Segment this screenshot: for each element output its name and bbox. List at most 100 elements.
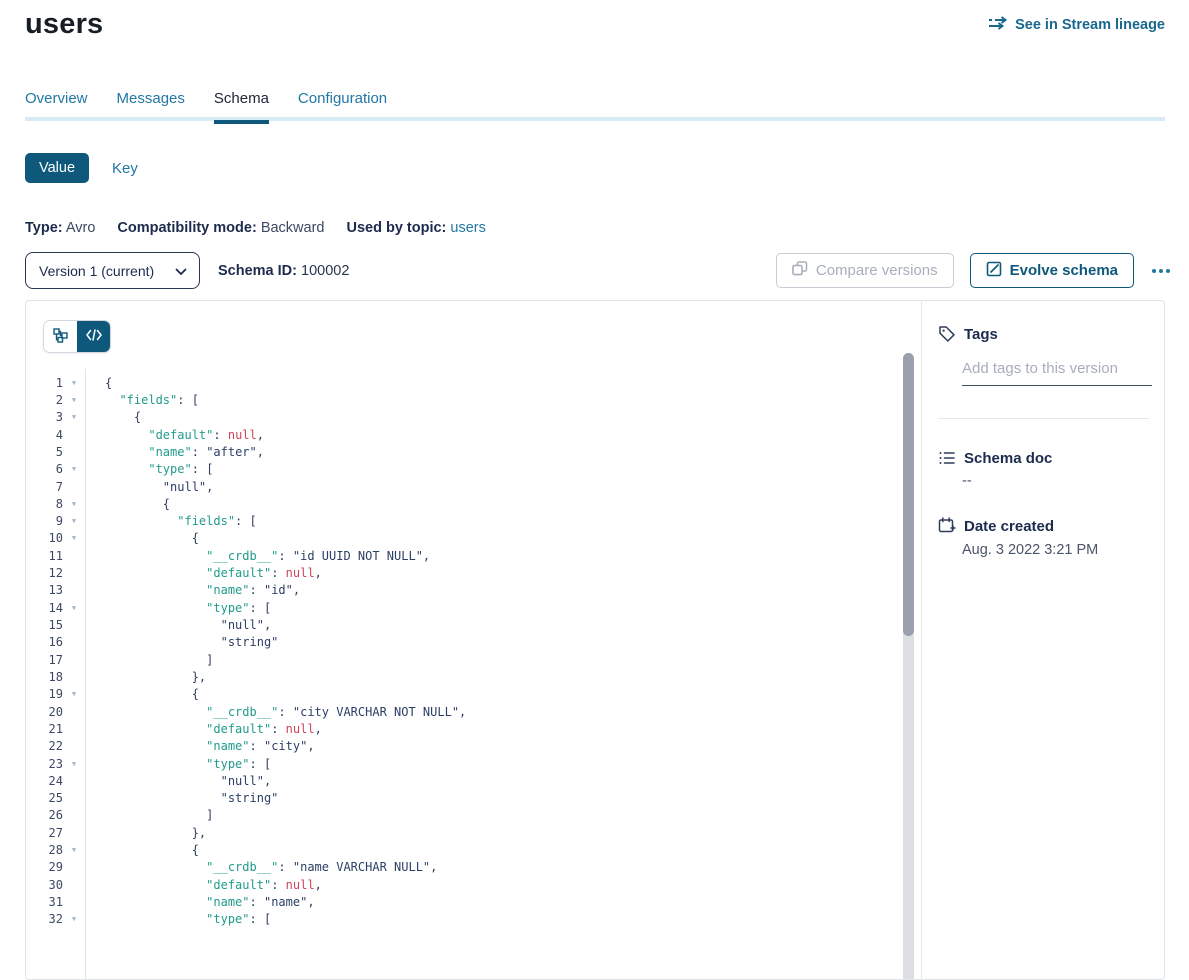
line-number: 12 (26, 566, 63, 580)
schema-doc-heading-label: Schema doc (964, 450, 1052, 467)
code-line-text: "type": [ (85, 601, 271, 615)
more-options-button[interactable] (1150, 265, 1172, 277)
line-number: 6 (26, 462, 63, 476)
line-number: 9 (26, 514, 63, 528)
line-number: 24 (26, 774, 63, 788)
code-line-text: "fields": [ (85, 393, 199, 407)
code-line-text: ] (85, 808, 213, 822)
fold-toggle-icon[interactable]: ▼ (63, 379, 85, 387)
code-scrollbar-thumb[interactable] (903, 353, 914, 636)
schema-id-value: 100002 (301, 263, 349, 279)
page-title: users (25, 8, 103, 41)
fold-toggle-icon[interactable]: ▼ (63, 915, 85, 923)
line-number: 22 (26, 739, 63, 753)
code-line-text: "name": "name", (85, 895, 315, 909)
code-line-text: { (85, 843, 199, 857)
code-line-text: "__crdb__": "id UUID NOT NULL", (85, 549, 430, 563)
fold-toggle-icon[interactable]: ▼ (63, 534, 85, 542)
fold-toggle-icon[interactable]: ▼ (63, 500, 85, 508)
tab-configuration[interactable]: Configuration (298, 90, 387, 120)
fold-toggle-icon[interactable]: ▼ (63, 517, 85, 525)
schema-actions: Compare versions Evolve schema (776, 253, 1172, 288)
used-by-topic-label: Used by topic: (346, 220, 446, 236)
version-dropdown-value: Version 1 (current) (39, 263, 154, 279)
schema-panel: 1▼{2▼ "fields": [3▼ {4 "default": null,5… (25, 300, 1165, 980)
tree-view-button[interactable] (44, 321, 77, 352)
evolve-schema-button[interactable]: Evolve schema (970, 253, 1134, 288)
view-mode-toggle (43, 320, 111, 353)
line-number: 17 (26, 653, 63, 667)
fold-toggle-icon[interactable]: ▼ (63, 465, 85, 473)
compatibility-mode-label: Compatibility mode: (117, 220, 256, 236)
code-view-button[interactable] (77, 321, 110, 352)
line-number: 8 (26, 497, 63, 511)
code-line-text: { (85, 687, 199, 701)
fold-toggle-icon[interactable]: ▼ (63, 846, 85, 854)
version-bar: Version 1 (current) Schema ID: 100002 (25, 252, 349, 289)
line-number: 16 (26, 635, 63, 649)
topic-link[interactable]: users (450, 220, 485, 236)
tag-icon (938, 325, 956, 343)
code-line-text: "name": "after", (85, 445, 264, 459)
tab-messages[interactable]: Messages (117, 90, 185, 120)
line-number: 29 (26, 860, 63, 874)
schema-part-toggle: Value Key (25, 153, 138, 183)
tags-input[interactable] (962, 356, 1152, 386)
calendar-plus-icon (938, 517, 956, 535)
line-number: 13 (26, 583, 63, 597)
stream-lineage-icon (989, 16, 1008, 34)
code-line-text: { (85, 531, 199, 545)
line-number: 18 (26, 670, 63, 684)
code-line-text: "fields": [ (85, 514, 257, 528)
code-line-text: "default": null, (85, 566, 322, 580)
line-number: 3 (26, 410, 63, 424)
code-line-text: "type": [ (85, 462, 213, 476)
fold-toggle-icon[interactable]: ▼ (63, 604, 85, 612)
line-number: 23 (26, 757, 63, 771)
code-line-text: "default": null, (85, 722, 322, 736)
fold-toggle-icon[interactable]: ▼ (63, 760, 85, 768)
schema-sidebar: Tags Schema doc -- (922, 301, 1164, 979)
tags-section-heading: Tags (938, 325, 998, 343)
line-number: 28 (26, 843, 63, 857)
code-line-text: { (85, 376, 112, 390)
fold-toggle-icon[interactable]: ▼ (63, 690, 85, 698)
tab-schema[interactable]: Schema (214, 90, 269, 120)
compare-versions-icon (792, 261, 808, 280)
date-created-value: Aug. 3 2022 3:21 PM (962, 542, 1098, 558)
schema-id-label: Schema ID: (218, 263, 297, 279)
stream-lineage-label: See in Stream lineage (1015, 17, 1165, 33)
key-toggle-button[interactable]: Key (112, 160, 138, 177)
line-number: 14 (26, 601, 63, 615)
tags-heading-label: Tags (964, 326, 998, 343)
line-number: 2 (26, 393, 63, 407)
line-number: 26 (26, 808, 63, 822)
line-number: 5 (26, 445, 63, 459)
schema-type-label: Type: (25, 220, 63, 236)
line-number: 21 (26, 722, 63, 736)
fold-toggle-icon[interactable]: ▼ (63, 396, 85, 404)
stream-lineage-link[interactable]: See in Stream lineage (989, 16, 1165, 34)
evolve-schema-label: Evolve schema (1010, 262, 1118, 279)
code-line-text: }, (85, 670, 206, 684)
code-line-text: "__crdb__": "city VARCHAR NOT NULL", (85, 705, 466, 719)
code-line-text: { (85, 497, 170, 511)
compare-versions-button: Compare versions (776, 253, 954, 288)
code-line-text: "string" (85, 635, 278, 649)
compatibility-mode: Compatibility mode: Backward (117, 220, 324, 236)
version-dropdown[interactable]: Version 1 (current) (25, 252, 200, 289)
tab-bar: Overview Messages Schema Configuration (25, 90, 1165, 121)
value-toggle-button[interactable]: Value (25, 153, 89, 183)
fold-toggle-icon[interactable]: ▼ (63, 413, 85, 421)
edit-schema-icon (986, 261, 1002, 281)
schema-id: Schema ID: 100002 (218, 263, 349, 279)
code-line-text: "null", (85, 480, 213, 494)
line-number: 10 (26, 531, 63, 545)
code-line-text: "name": "city", (85, 739, 315, 753)
line-number: 25 (26, 791, 63, 805)
code-view-icon (86, 329, 102, 344)
tab-overview[interactable]: Overview (25, 90, 88, 120)
code-line-text: "string" (85, 791, 278, 805)
line-number: 32 (26, 912, 63, 926)
line-number: 20 (26, 705, 63, 719)
